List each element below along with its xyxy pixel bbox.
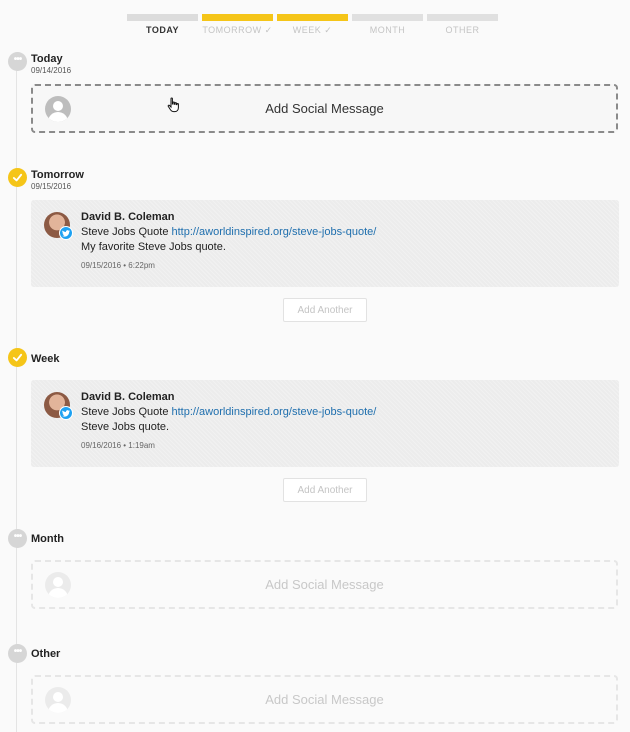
tab-other[interactable]: OTHER [427, 14, 498, 36]
tab-week-label: WEEK ✓ [292, 25, 333, 35]
section-title: Week [31, 353, 60, 365]
post-text: Steve Jobs Quote http://aworldinspired.o… [81, 226, 376, 238]
post-text: Steve Jobs Quote http://aworldinspired.o… [81, 406, 376, 418]
tab-week-bar [277, 14, 348, 21]
add-social-message-button[interactable]: Add Social Message [31, 675, 618, 724]
tab-month-bar [352, 14, 423, 21]
add-social-message-button[interactable]: Add Social Message [31, 84, 618, 133]
timeline-line [16, 62, 17, 732]
post-caption: Steve Jobs quote. [81, 421, 170, 433]
hand-cursor-icon [167, 97, 181, 118]
progress-tabs: TODAY TOMORROW ✓ WEEK ✓ MONTH OTHER [127, 14, 498, 36]
post-link[interactable]: http://aworldinspired.org/steve-jobs-quo… [172, 406, 377, 418]
post-text-prefix: Steve Jobs Quote [81, 406, 172, 418]
tab-other-bar [427, 14, 498, 21]
pending-dots-icon: ••• [8, 52, 27, 71]
post-author: David B. Coleman [81, 211, 175, 223]
add-social-message-label: Add Social Message [265, 577, 384, 592]
section-title: Other [31, 648, 61, 660]
post-timestamp: 09/16/2016 • 1:19am [81, 441, 155, 450]
twitter-icon [59, 406, 73, 420]
pending-dots-icon: ••• [8, 644, 27, 663]
tab-tomorrow-bar [202, 14, 273, 21]
post-timestamp: 09/15/2016 • 6:22pm [81, 261, 155, 270]
add-another-button[interactable]: Add Another [283, 478, 367, 502]
tab-month-label: MONTH [369, 25, 406, 35]
tab-today-bar [127, 14, 198, 21]
section-title: Month [31, 533, 64, 545]
tab-today[interactable]: TODAY [127, 14, 198, 36]
tab-tomorrow-label: TOMORROW ✓ [202, 25, 273, 35]
social-post-card[interactable]: David B. Coleman Steve Jobs Quote http:/… [31, 200, 619, 287]
social-post-card[interactable]: David B. Coleman Steve Jobs Quote http:/… [31, 380, 619, 467]
add-social-message-label: Add Social Message [265, 101, 384, 116]
twitter-icon [59, 226, 73, 240]
section-date: 09/14/2016 [31, 66, 72, 75]
tab-other-label: OTHER [445, 25, 480, 35]
check-icon [8, 348, 27, 367]
section-title: Today [31, 53, 63, 65]
add-social-message-button[interactable]: Add Social Message [31, 560, 618, 609]
section-date: 09/15/2016 [31, 182, 72, 191]
tab-today-label: TODAY [145, 25, 179, 35]
post-link[interactable]: http://aworldinspired.org/steve-jobs-quo… [172, 226, 377, 238]
post-text-prefix: Steve Jobs Quote [81, 226, 172, 238]
post-author: David B. Coleman [81, 391, 175, 403]
add-social-message-label: Add Social Message [265, 692, 384, 707]
section-title: Tomorrow [31, 169, 84, 181]
post-caption: My favorite Steve Jobs quote. [81, 241, 226, 253]
tab-tomorrow[interactable]: TOMORROW ✓ [202, 14, 273, 36]
tab-month[interactable]: MONTH [352, 14, 423, 36]
add-another-button[interactable]: Add Another [283, 298, 367, 322]
pending-dots-icon: ••• [8, 529, 27, 548]
tab-week[interactable]: WEEK ✓ [277, 14, 348, 36]
check-icon [8, 168, 27, 187]
